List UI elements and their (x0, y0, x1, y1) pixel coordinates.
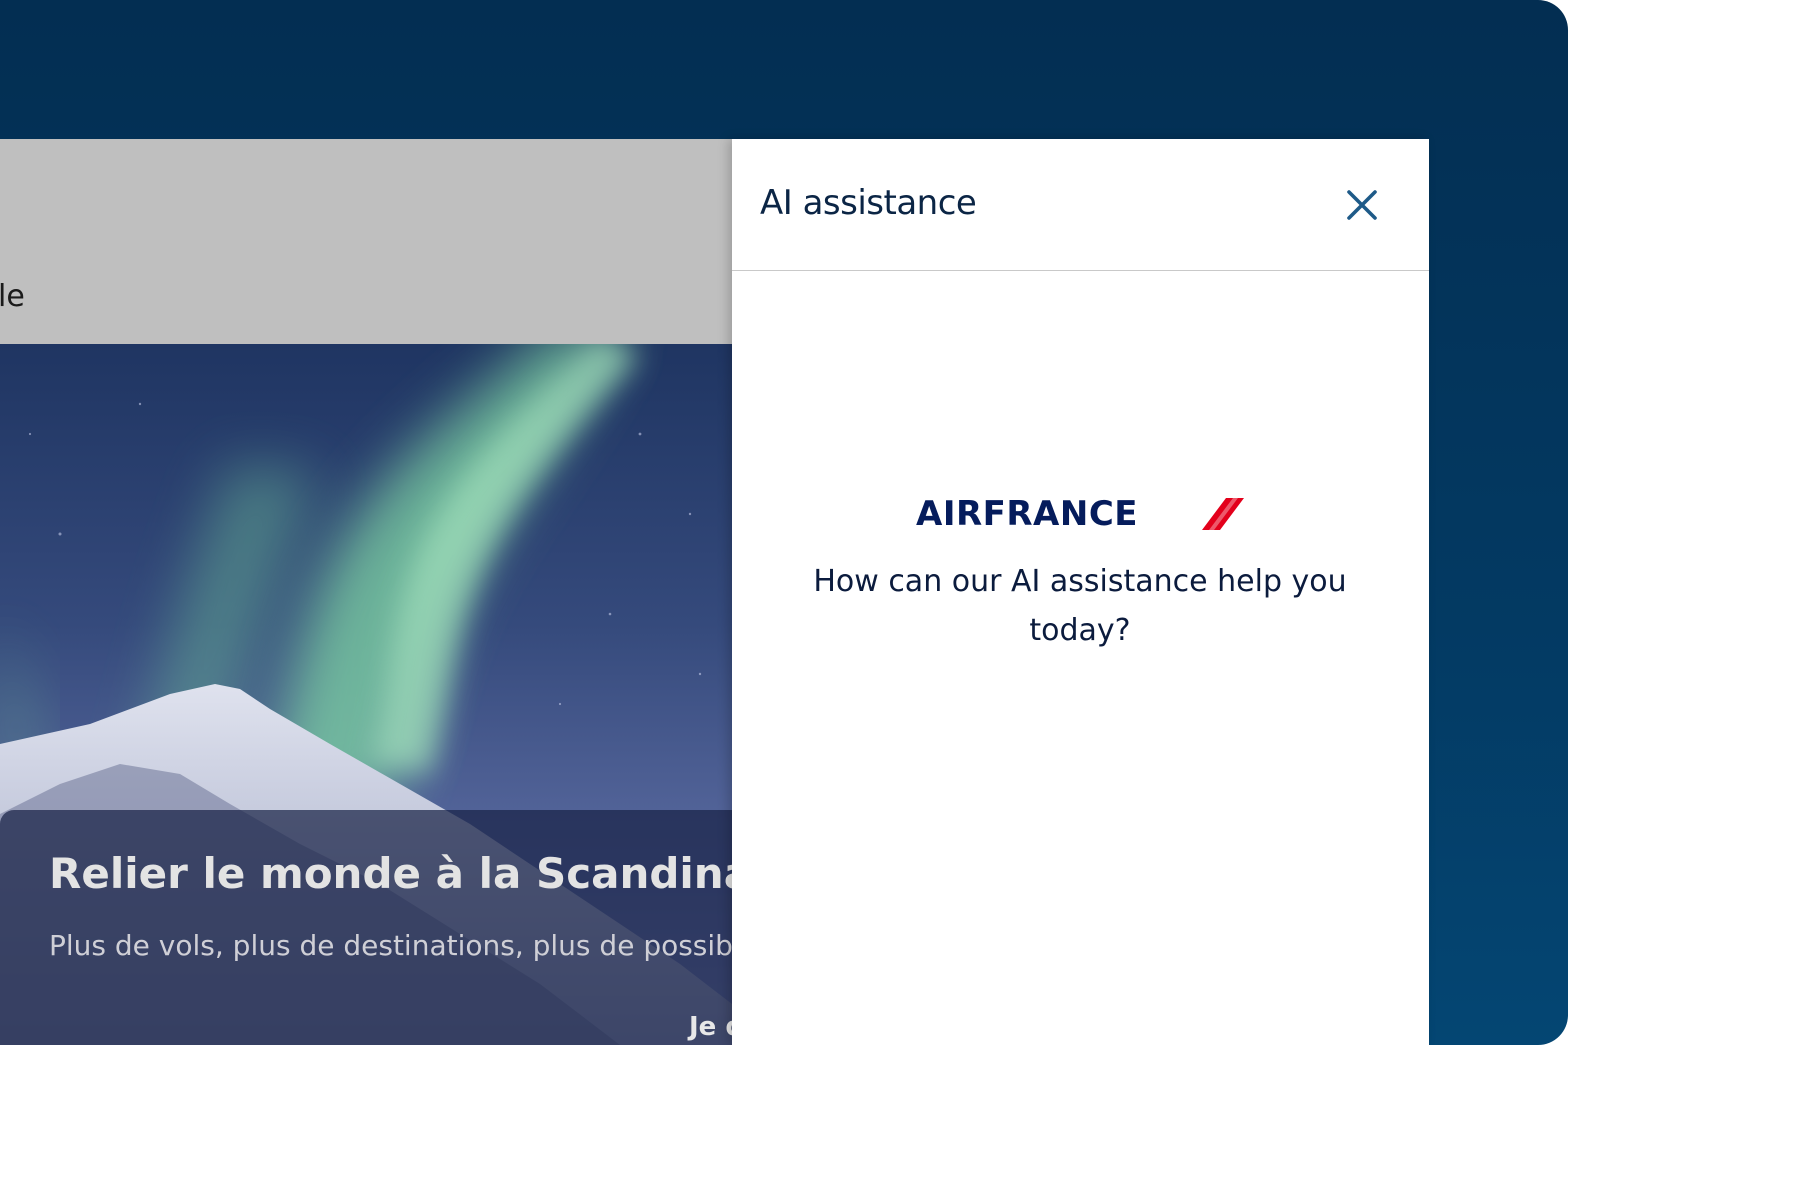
logo-stripe-icon (1202, 498, 1244, 530)
close-button[interactable] (1336, 179, 1388, 231)
page-header: le (0, 139, 732, 344)
hero-cta-link[interactable]: Je découvre (689, 1012, 732, 1042)
hero-banner: Relier le monde à la Scandinavie Plus de… (0, 344, 732, 1045)
ai-assistance-panel: AI assistance AIRFRANCE How can our AI a… (732, 139, 1429, 1045)
welcome-message: How can our AI assistance help you today… (813, 564, 1347, 648)
nav-item-fragment[interactable]: le (0, 279, 25, 314)
background-web-page: le Relier le monde à la Scandin Plus de … (0, 139, 732, 1045)
logo-wordmark: AIRFRANCE (916, 494, 1138, 534)
hero-title: Relier le monde à la Scandinavie (49, 849, 732, 898)
close-icon (1347, 190, 1377, 220)
hero-caption-card (0, 810, 732, 1045)
panel-header: AI assistance (732, 139, 1429, 271)
app-frame: le Relier le monde à la Scandin Plus de … (0, 0, 1568, 1045)
airfrance-logo: AIRFRANCE (916, 494, 1246, 534)
panel-title: AI assistance (760, 183, 977, 223)
hero-subtitle: Plus de vols, plus de destinations, plus… (49, 929, 732, 962)
